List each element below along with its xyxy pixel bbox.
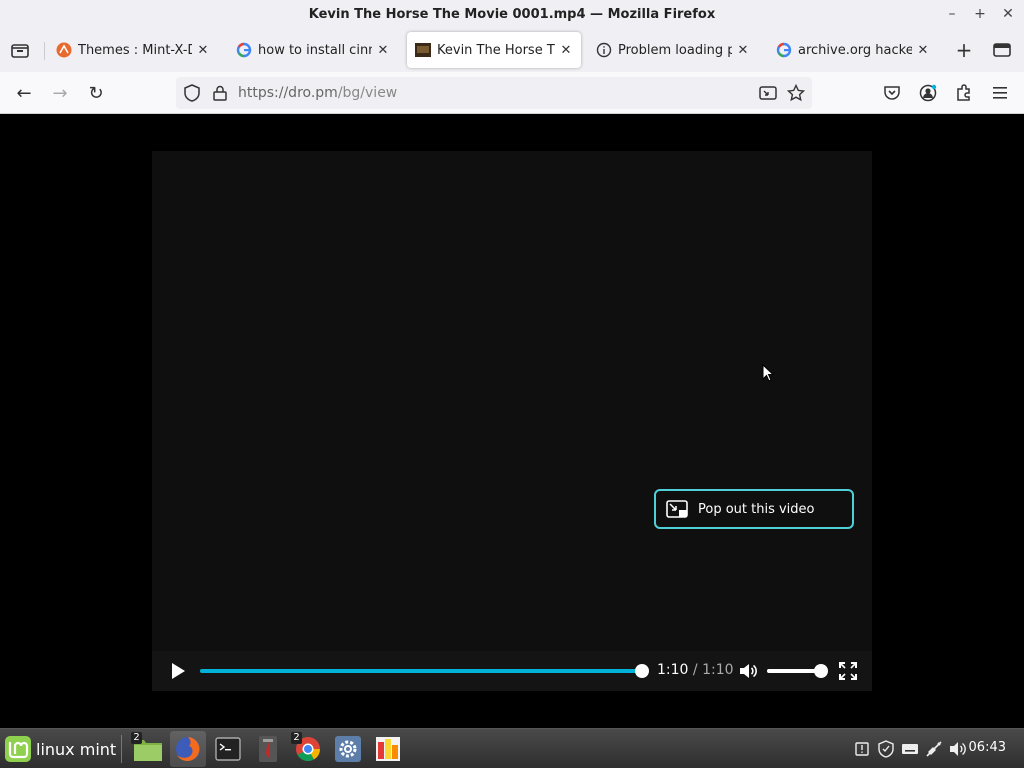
url-text[interactable]: https://dro.pm/bg/view: [238, 85, 397, 101]
volume-fill: [767, 669, 821, 673]
volume-icon[interactable]: [738, 661, 758, 681]
scrubber-thumb[interactable]: [635, 664, 649, 678]
play-button[interactable]: [168, 661, 188, 681]
tab-label: how to install cinnam: [258, 42, 372, 58]
taskbar-app-chrome[interactable]: 2: [290, 731, 326, 767]
url-bar[interactable]: https://dro.pm/bg/view: [176, 77, 812, 109]
themes-site-icon: [56, 42, 72, 58]
tab-label: Themes : Mint-X-Dar: [78, 42, 192, 58]
taskbar-app-gimp[interactable]: [250, 731, 286, 767]
window-count-badge: 2: [131, 732, 142, 744]
video-player[interactable]: Pop out this video 1:10 / 1:10: [152, 151, 872, 691]
info-icon: [596, 42, 612, 58]
pocket-icon: [884, 86, 900, 100]
clock[interactable]: 06:43: [969, 740, 1006, 755]
fullscreen-icon[interactable]: [838, 661, 858, 681]
gimp-icon: [259, 736, 277, 762]
forward-button[interactable]: →: [46, 79, 74, 107]
tab-label: archive.org hacked -: [798, 42, 912, 58]
tab-label: Problem loading pag: [618, 42, 732, 58]
firefox-view-button[interactable]: [6, 36, 34, 64]
pip-label: Pop out this video: [698, 501, 815, 517]
update-manager-icon[interactable]: [852, 739, 872, 759]
volume-slider[interactable]: [767, 664, 828, 678]
google-icon: [776, 42, 792, 58]
document-viewer-icon: [376, 737, 400, 761]
extensions-button[interactable]: [950, 79, 978, 107]
lock-icon[interactable]: [210, 83, 230, 103]
new-tab-button[interactable]: +: [952, 36, 976, 64]
account-icon: [919, 84, 937, 102]
taskbar-app-document-viewer[interactable]: [370, 731, 406, 767]
pocket-button[interactable]: [878, 79, 906, 107]
firefox-icon: [176, 737, 200, 761]
mouse-cursor-icon: [762, 364, 774, 382]
tab-how-to-install[interactable]: how to install cinnam ✕: [228, 32, 398, 68]
tab-separator: [44, 42, 45, 60]
url-path: /bg/view: [337, 85, 398, 101]
window-title: Kevin The Horse The Movie 0001.mp4 — Moz…: [308, 6, 716, 22]
tab-close-icon[interactable]: ✕: [916, 43, 930, 58]
scrubber-fill: [200, 669, 642, 673]
taskbar-app-firefox[interactable]: [170, 731, 206, 767]
system-tray: [852, 737, 968, 761]
tab-close-icon[interactable]: ✕: [196, 43, 210, 58]
reload-button[interactable]: ↻: [82, 79, 110, 107]
taskbar-app-settings[interactable]: [330, 731, 366, 767]
window-titlebar: Kevin The Horse The Movie 0001.mp4 — Moz…: [0, 0, 1024, 28]
page-content: Pop out this video 1:10 / 1:10: [0, 114, 1024, 728]
shield-icon[interactable]: [876, 739, 896, 759]
navigation-toolbar: ← → ↻ https://dro.pm/bg/view: [0, 72, 1024, 114]
volume-tray-icon[interactable]: [948, 739, 968, 759]
tab-archive-hacked[interactable]: archive.org hacked - ✕: [768, 32, 938, 68]
tab-problem-loading[interactable]: Problem loading pag ✕: [588, 32, 758, 68]
tab-kevin-the-horse[interactable]: Kevin The Horse The ✕: [407, 32, 581, 68]
reader-view-icon[interactable]: [758, 83, 778, 103]
window-controls: – + ✕: [942, 0, 1018, 28]
tab-close-icon[interactable]: ✕: [376, 43, 390, 58]
puzzle-piece-icon: [957, 84, 970, 101]
scrubber-track[interactable]: [200, 664, 649, 678]
start-menu-button[interactable]: linux mint: [4, 734, 116, 764]
minimize-button[interactable]: –: [942, 4, 962, 24]
video-thumbnail-icon: [415, 42, 431, 58]
time-separator: /: [688, 662, 703, 678]
volume-thumb[interactable]: [814, 664, 828, 678]
start-menu-label: linux mint: [36, 739, 117, 759]
picture-in-picture-icon: [666, 500, 688, 518]
current-time: 1:10: [657, 662, 689, 678]
network-disconnected-icon[interactable]: [924, 739, 944, 759]
taskbar-separator: [121, 735, 122, 763]
tab-themes[interactable]: Themes : Mint-X-Dar ✕: [48, 32, 218, 68]
list-all-tabs-icon: [993, 43, 1011, 57]
maximize-button[interactable]: +: [970, 4, 990, 24]
firefox-view-icon: [11, 44, 29, 58]
close-window-button[interactable]: ✕: [998, 4, 1018, 24]
window-count-badge: 2: [291, 732, 302, 744]
time-display: 1:10 / 1:10: [657, 662, 734, 678]
url-host: https://dro.pm: [238, 85, 338, 101]
taskbar: linux mint 2 2 06:43: [0, 728, 1024, 768]
video-controls: 1:10 / 1:10: [152, 651, 872, 691]
total-time: 1:10: [702, 662, 734, 678]
tab-close-icon[interactable]: ✕: [559, 43, 573, 58]
tracking-protection-shield-icon[interactable]: [182, 83, 202, 103]
back-button[interactable]: ←: [10, 79, 38, 107]
list-all-tabs-button[interactable]: [990, 38, 1014, 62]
keyboard-icon[interactable]: [900, 739, 920, 759]
tab-strip: Themes : Mint-X-Dar ✕ how to install cin…: [0, 28, 1024, 72]
app-menu-button[interactable]: [986, 79, 1014, 107]
bookmark-star-icon[interactable]: [786, 83, 806, 103]
account-button[interactable]: [914, 79, 942, 107]
gear-icon: [335, 736, 361, 762]
pip-toggle-button[interactable]: Pop out this video: [654, 489, 854, 529]
tab-label: Kevin The Horse The: [437, 42, 555, 58]
linux-mint-logo-icon: [5, 736, 31, 762]
terminal-icon: [215, 737, 241, 761]
taskbar-app-files[interactable]: 2: [130, 731, 166, 767]
hamburger-menu-icon: [993, 87, 1007, 99]
taskbar-app-terminal[interactable]: [210, 731, 246, 767]
tab-close-icon[interactable]: ✕: [736, 43, 750, 58]
google-icon: [236, 42, 252, 58]
